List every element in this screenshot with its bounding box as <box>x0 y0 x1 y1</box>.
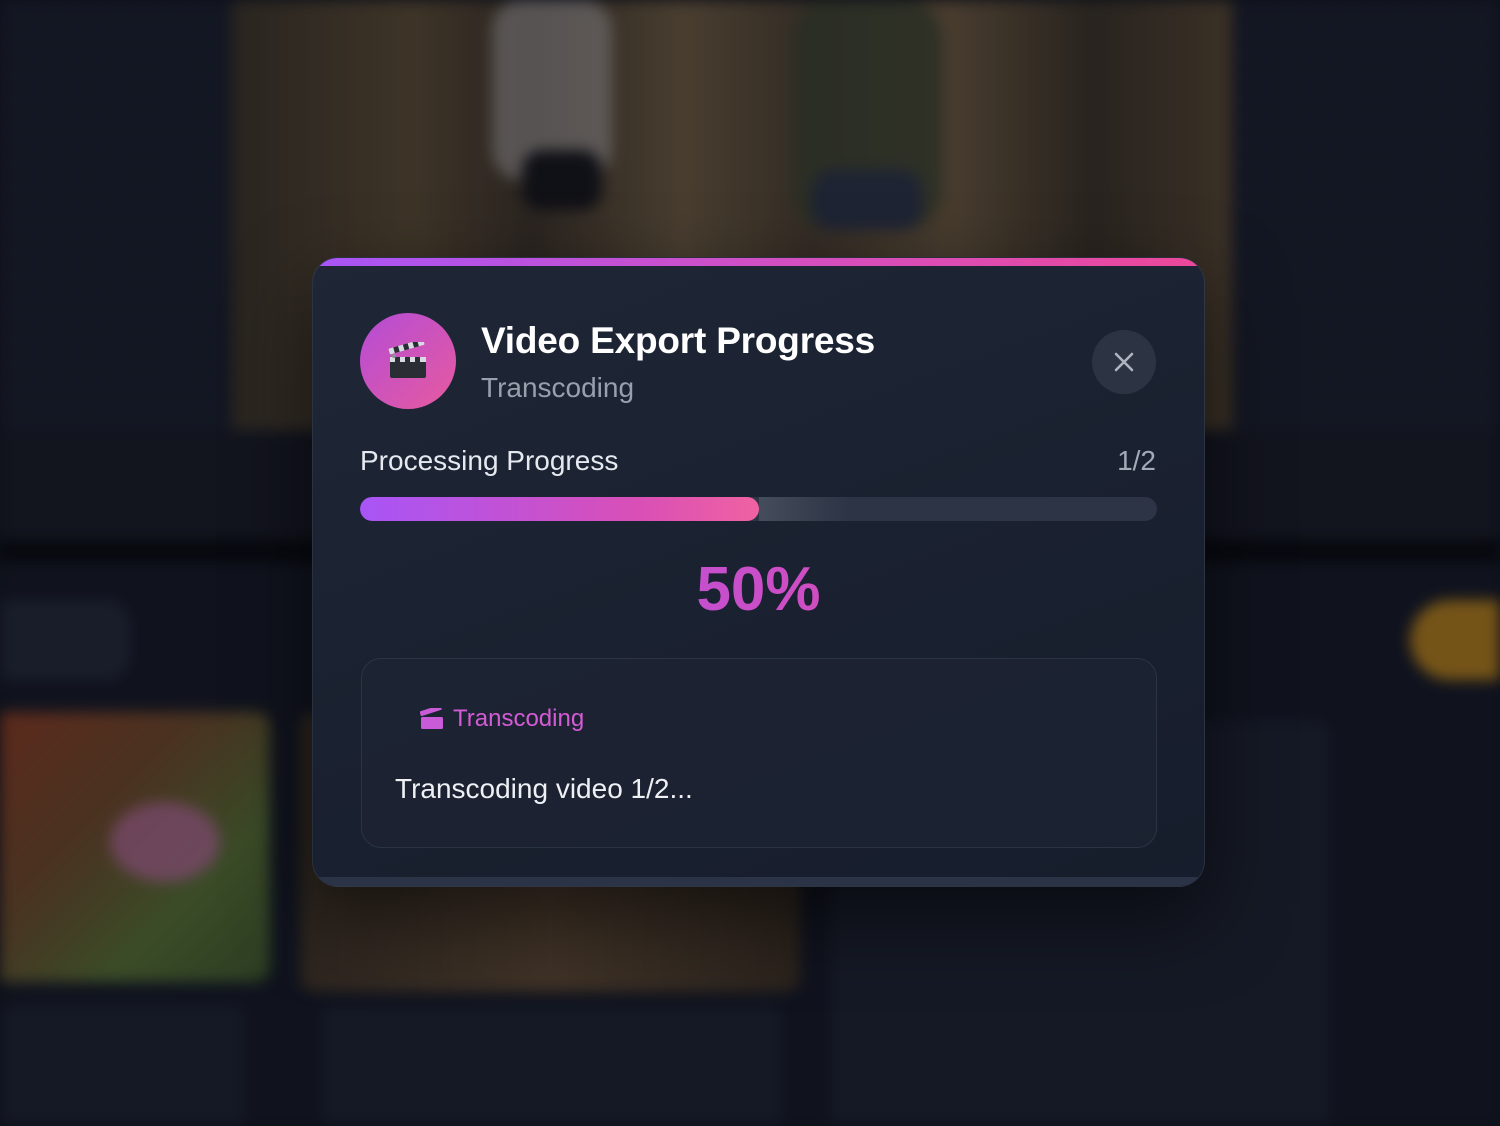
progress-bar-fill <box>360 497 759 521</box>
progress-percent: 50% <box>313 554 1204 625</box>
status-panel: Transcoding Transcoding video 1/2... <box>361 658 1157 848</box>
close-icon <box>1114 352 1134 372</box>
modal-title: Video Export Progress <box>481 320 876 361</box>
close-button[interactable] <box>1092 330 1156 394</box>
export-progress-modal: Video Export Progress Transcoding Proces… <box>312 257 1205 887</box>
modal-footer-bar <box>313 877 1204 886</box>
progress-bar <box>360 497 1157 521</box>
status-tag-label: Transcoding <box>453 705 585 732</box>
modal-accent-bar <box>313 258 1204 266</box>
status-message: Transcoding video 1/2... <box>395 773 693 804</box>
clapper-icon <box>420 708 443 729</box>
progress-label: Processing Progress <box>360 445 619 476</box>
progress-bar-shine <box>758 497 849 521</box>
status-tag: Transcoding <box>420 705 584 733</box>
clapper-board-icon <box>360 313 456 409</box>
modal-subtitle: Transcoding <box>481 372 635 403</box>
progress-count: 1/2 <box>1117 445 1156 476</box>
